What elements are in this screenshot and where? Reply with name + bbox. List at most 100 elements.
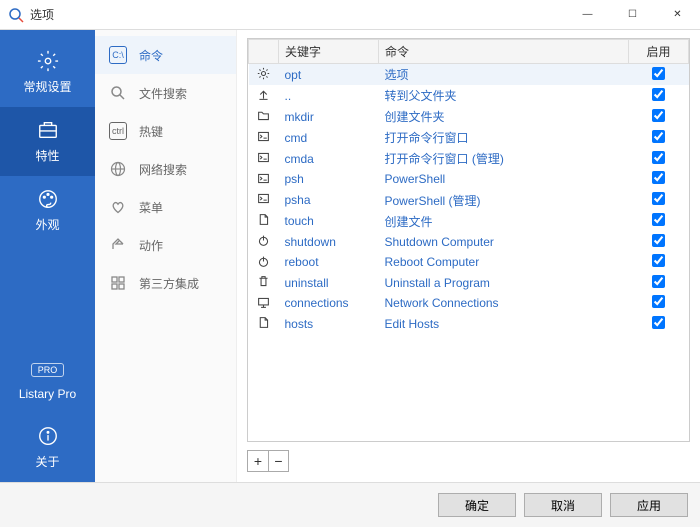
row-keyword: touch — [279, 211, 379, 232]
sub-item-actions[interactable]: 动作 — [95, 226, 236, 264]
app-icon — [8, 7, 24, 23]
sub-item-file-search[interactable]: 文件搜索 — [95, 74, 236, 112]
enabled-checkbox[interactable] — [652, 234, 665, 247]
enabled-checkbox[interactable] — [652, 171, 665, 184]
enabled-checkbox[interactable] — [652, 109, 665, 122]
sidebar-item-label: 关于 — [35, 453, 59, 470]
sub-item-label: 文件搜索 — [139, 85, 187, 102]
enabled-checkbox[interactable] — [652, 275, 665, 288]
enabled-checkbox[interactable] — [652, 254, 665, 267]
row-command: Shutdown Computer — [379, 232, 629, 253]
sub-item-integrations[interactable]: 第三方集成 — [95, 264, 236, 302]
terminal-icon: C:\ — [109, 46, 127, 64]
sub-item-hotkeys[interactable]: ctrl 热键 — [95, 112, 236, 150]
sub-sidebar: C:\ 命令 文件搜索 ctrl 热键 网络搜索 菜单 — [95, 30, 237, 482]
enabled-checkbox[interactable] — [652, 130, 665, 143]
table-row[interactable]: touch创建文件 — [249, 211, 689, 232]
sidebar-item-general[interactable]: 常规设置 — [0, 38, 95, 107]
row-enabled — [629, 127, 689, 148]
content-pane: 关键字 命令 启用 opt选项..转到父文件夹mkdir创建文件夹cmd打开命令… — [237, 30, 700, 482]
row-icon — [249, 106, 279, 127]
row-enabled — [629, 293, 689, 314]
row-command: 打开命令行窗口 — [379, 127, 629, 148]
minimize-button[interactable]: — — [565, 0, 610, 29]
table-row[interactable]: connectionsNetwork Connections — [249, 293, 689, 314]
info-icon — [37, 425, 59, 447]
table-row[interactable]: uninstallUninstall a Program — [249, 273, 689, 294]
table-row[interactable]: mkdir创建文件夹 — [249, 106, 689, 127]
enabled-checkbox[interactable] — [652, 192, 665, 205]
row-keyword: cmd — [279, 127, 379, 148]
enabled-checkbox[interactable] — [652, 295, 665, 308]
ok-button[interactable]: 确定 — [438, 493, 516, 517]
row-command: Network Connections — [379, 293, 629, 314]
cancel-button[interactable]: 取消 — [524, 493, 602, 517]
col-keyword[interactable]: 关键字 — [279, 40, 379, 64]
table-row[interactable]: pshaPowerShell (管理) — [249, 190, 689, 211]
row-keyword: reboot — [279, 252, 379, 273]
row-icon — [249, 273, 279, 294]
sub-item-label: 动作 — [139, 237, 163, 254]
sidebar-item-pro[interactable]: PRO Listary Pro — [0, 351, 95, 413]
commands-table: 关键字 命令 启用 opt选项..转到父文件夹mkdir创建文件夹cmd打开命令… — [248, 39, 689, 334]
row-enabled — [629, 148, 689, 169]
row-enabled — [629, 273, 689, 294]
enabled-checkbox[interactable] — [652, 67, 665, 80]
sidebar-item-appearance[interactable]: 外观 — [0, 176, 95, 245]
row-command: 创建文件夹 — [379, 106, 629, 127]
row-enabled — [629, 314, 689, 335]
remove-button[interactable]: − — [268, 451, 288, 471]
row-icon — [249, 293, 279, 314]
row-keyword: psh — [279, 169, 379, 190]
palette-icon — [37, 188, 59, 210]
table-row[interactable]: pshPowerShell — [249, 169, 689, 190]
row-enabled — [629, 190, 689, 211]
table-row[interactable]: shutdownShutdown Computer — [249, 232, 689, 253]
enabled-checkbox[interactable] — [652, 213, 665, 226]
apply-button[interactable]: 应用 — [610, 493, 688, 517]
gear-icon — [37, 50, 59, 72]
row-enabled — [629, 252, 689, 273]
enabled-checkbox[interactable] — [652, 151, 665, 164]
keyboard-icon: ctrl — [109, 122, 127, 140]
table-row[interactable]: cmd打开命令行窗口 — [249, 127, 689, 148]
table-row[interactable]: opt选项 — [249, 64, 689, 86]
row-keyword: connections — [279, 293, 379, 314]
row-command: 选项 — [379, 64, 629, 86]
sidebar-item-label: Listary Pro — [19, 387, 76, 401]
sidebar-item-features[interactable]: 特性 — [0, 107, 95, 176]
heart-icon — [109, 198, 127, 216]
pro-badge-icon: PRO — [31, 363, 65, 377]
sub-item-commands[interactable]: C:\ 命令 — [95, 36, 236, 74]
add-button[interactable]: + — [248, 451, 268, 471]
commands-table-wrap: 关键字 命令 启用 opt选项..转到父文件夹mkdir创建文件夹cmd打开命令… — [247, 38, 690, 442]
table-row[interactable]: rebootReboot Computer — [249, 252, 689, 273]
row-command: PowerShell — [379, 169, 629, 190]
row-enabled — [629, 106, 689, 127]
table-row[interactable]: hostsEdit Hosts — [249, 314, 689, 335]
row-icon — [249, 85, 279, 106]
enabled-checkbox[interactable] — [652, 88, 665, 101]
table-row[interactable]: ..转到父文件夹 — [249, 85, 689, 106]
row-command: 打开命令行窗口 (管理) — [379, 148, 629, 169]
table-row[interactable]: cmda打开命令行窗口 (管理) — [249, 148, 689, 169]
enabled-checkbox[interactable] — [652, 316, 665, 329]
dialog-footer: 确定 取消 应用 — [0, 482, 700, 527]
row-enabled — [629, 232, 689, 253]
sub-item-web-search[interactable]: 网络搜索 — [95, 150, 236, 188]
sub-item-label: 热键 — [139, 123, 163, 140]
col-icon[interactable] — [249, 40, 279, 64]
sub-item-menu[interactable]: 菜单 — [95, 188, 236, 226]
close-button[interactable]: ✕ — [655, 0, 700, 29]
row-command: 创建文件 — [379, 211, 629, 232]
sub-item-label: 菜单 — [139, 199, 163, 216]
sidebar-item-about[interactable]: 关于 — [0, 413, 95, 482]
maximize-button[interactable]: ☐ — [610, 0, 655, 29]
sidebar-item-label: 特性 — [35, 147, 59, 164]
row-command: Reboot Computer — [379, 252, 629, 273]
col-enabled[interactable]: 启用 — [629, 40, 689, 64]
row-keyword: cmda — [279, 148, 379, 169]
row-icon — [249, 211, 279, 232]
sidebar: 常规设置 特性 外观 PRO Listary Pro 关于 — [0, 30, 95, 482]
col-command[interactable]: 命令 — [379, 40, 629, 64]
